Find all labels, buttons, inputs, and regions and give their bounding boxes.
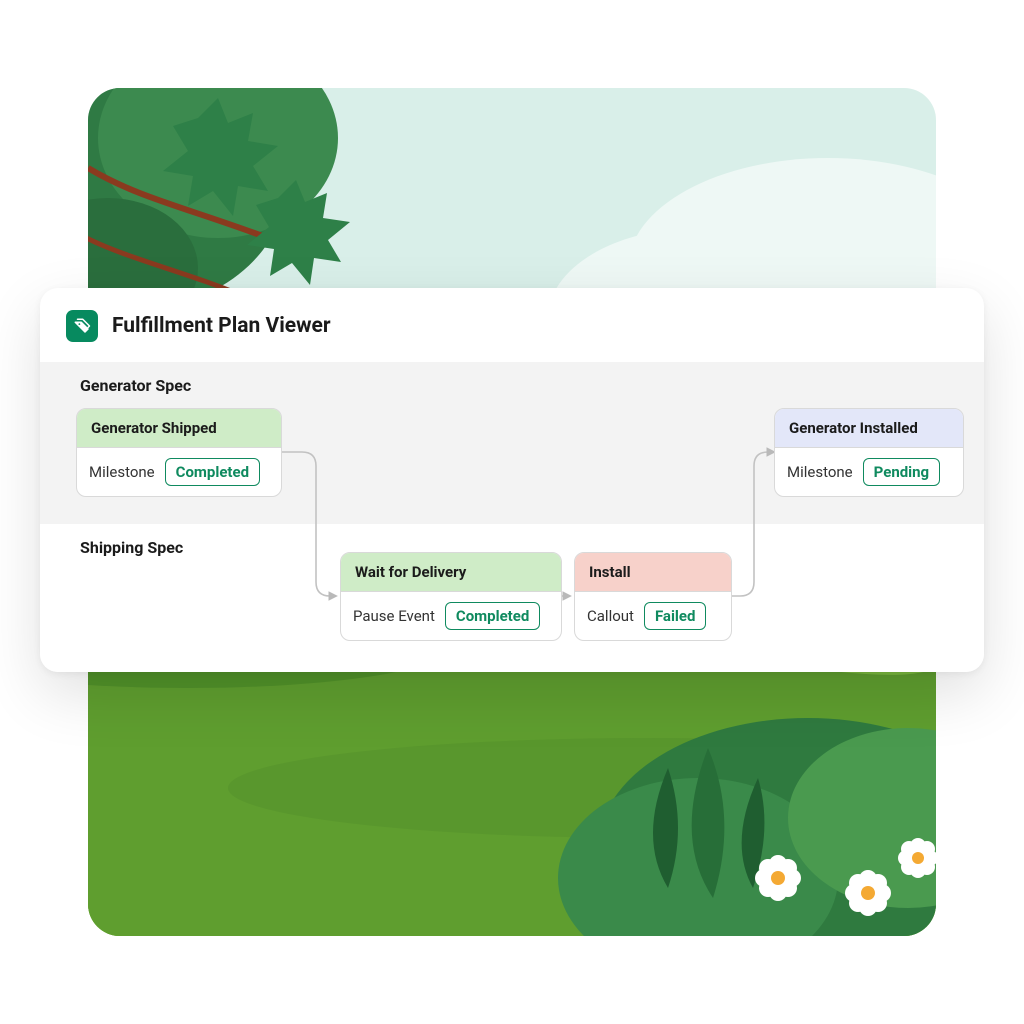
node-type-label: Milestone bbox=[89, 463, 155, 481]
node-title: Wait for Delivery bbox=[341, 553, 561, 592]
panel-header: Fulfillment Plan Viewer bbox=[40, 288, 984, 362]
node-install[interactable]: Install Callout Failed bbox=[574, 552, 732, 641]
fulfillment-plan-viewer-panel: Fulfillment Plan Viewer Generator Spec S… bbox=[40, 288, 984, 672]
section-label-generator-spec: Generator Spec bbox=[80, 376, 191, 395]
panel-body: Generator Spec Shipping Spec Generator S… bbox=[40, 362, 984, 672]
node-title: Install bbox=[575, 553, 731, 592]
node-generator-installed[interactable]: Generator Installed Milestone Pending bbox=[774, 408, 964, 497]
status-badge: Failed bbox=[644, 602, 707, 630]
status-badge: Completed bbox=[165, 458, 260, 486]
node-wait-for-delivery[interactable]: Wait for Delivery Pause Event Completed bbox=[340, 552, 562, 641]
node-title: Generator Shipped bbox=[77, 409, 281, 448]
status-badge: Pending bbox=[863, 458, 940, 486]
node-type-label: Callout bbox=[587, 607, 634, 625]
status-badge: Completed bbox=[445, 602, 540, 630]
node-type-label: Milestone bbox=[787, 463, 853, 481]
panel-title: Fulfillment Plan Viewer bbox=[112, 314, 331, 338]
section-label-shipping-spec: Shipping Spec bbox=[80, 538, 183, 557]
tags-icon bbox=[66, 310, 98, 342]
node-type-label: Pause Event bbox=[353, 607, 435, 625]
node-title: Generator Installed bbox=[775, 409, 963, 448]
node-generator-shipped[interactable]: Generator Shipped Milestone Completed bbox=[76, 408, 282, 497]
